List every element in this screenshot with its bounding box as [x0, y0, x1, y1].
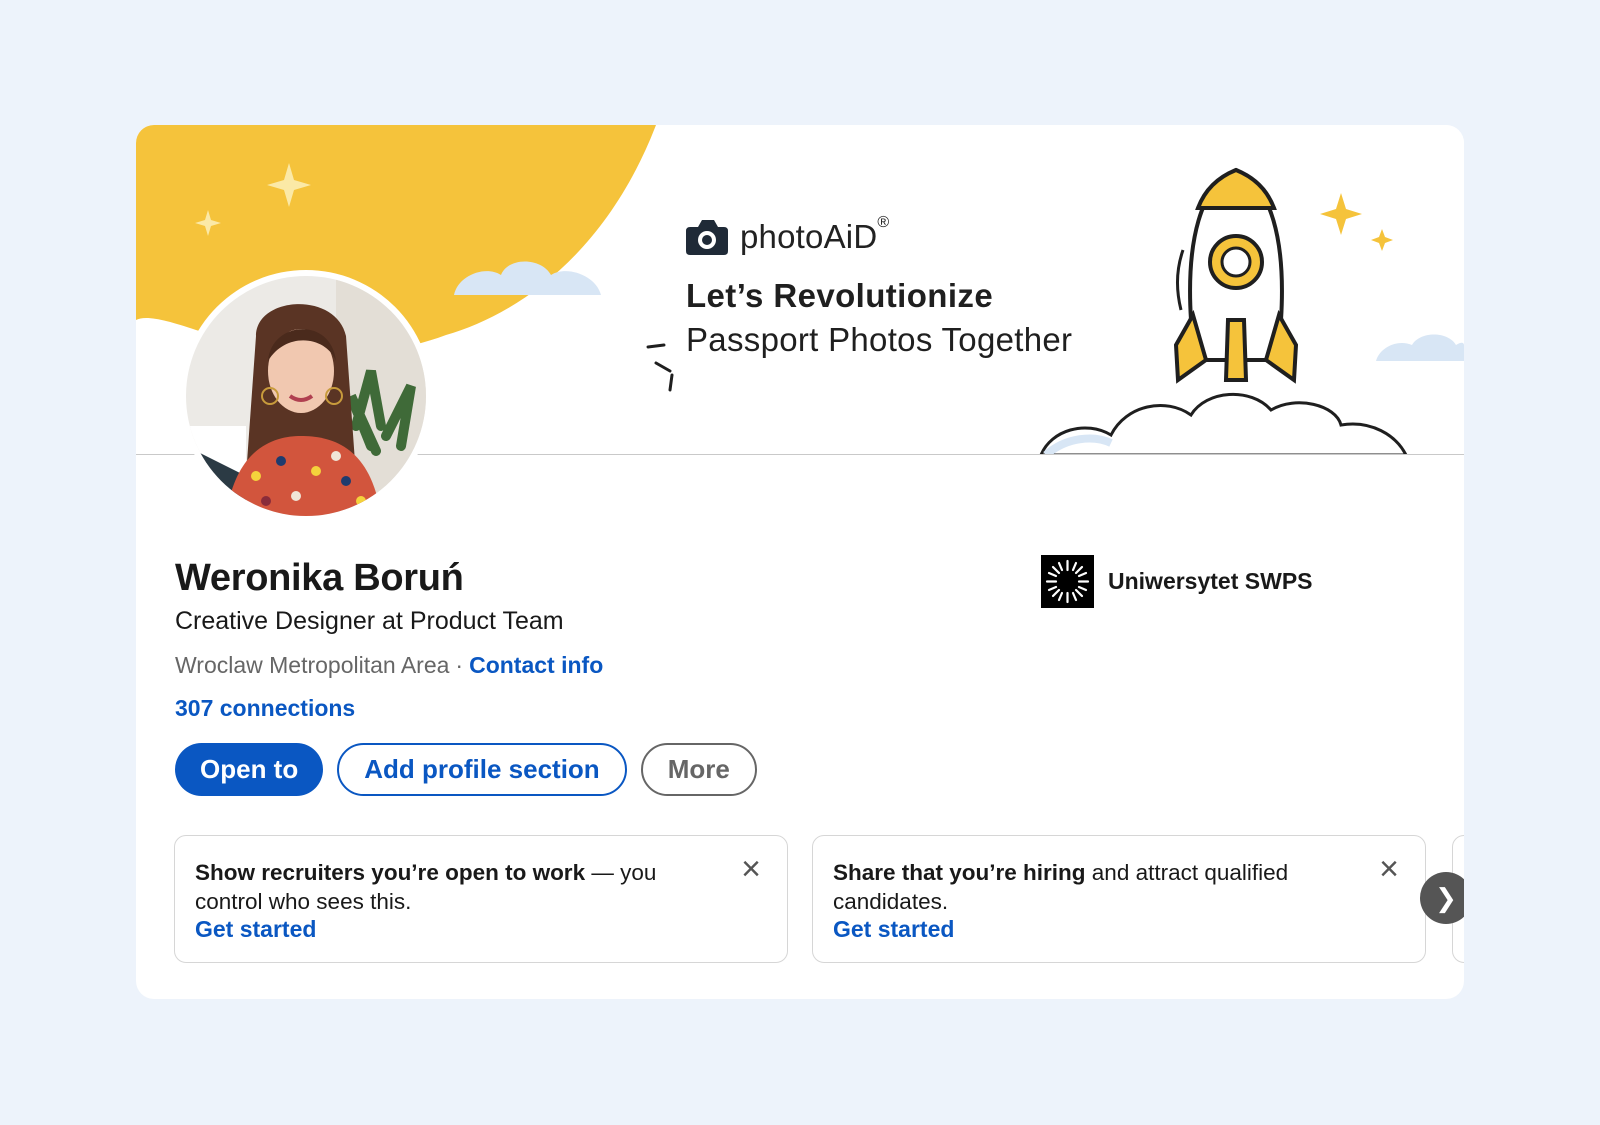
profile-avatar[interactable]: [180, 270, 432, 522]
open-to-work-get-started-link[interactable]: Get started: [195, 916, 767, 943]
open-to-button[interactable]: Open to: [175, 743, 324, 796]
profile-headline: Creative Designer at Product Team: [175, 607, 564, 635]
avatar-photo: [186, 276, 426, 516]
school-name: Uniwersytet SWPS: [1108, 568, 1313, 594]
chevron-right-icon: ❯: [1435, 882, 1457, 913]
profile-card: photoAiD® Let’s Revolutionize Passport P…: [136, 125, 1464, 999]
contact-info-link[interactable]: Contact info: [469, 652, 603, 678]
profile-actions: Open to Add profile section More: [175, 743, 757, 796]
location-separator: ·: [455, 652, 464, 678]
brand-logo: photoAiD®: [684, 214, 889, 257]
education-entry[interactable]: Uniwersytet SWPS: [1041, 555, 1313, 608]
close-icon[interactable]: ×: [737, 852, 765, 886]
open-to-work-card: Show recruiters you’re open to work — yo…: [174, 835, 788, 963]
brand-registered-mark: ®: [877, 214, 890, 231]
hiring-bold: Share that you’re hiring: [833, 860, 1086, 885]
brand-name-text: photoAiD: [740, 218, 878, 255]
rocket-icon: [1173, 167, 1299, 384]
profile-location: Wroclaw Metropolitan Area: [175, 652, 450, 678]
profile-location-row: Wroclaw Metropolitan Area · Contact info: [175, 652, 603, 679]
more-button[interactable]: More: [640, 743, 757, 796]
connections-link[interactable]: 307 connections: [175, 695, 355, 721]
banner-tagline-regular: Passport Photos Together: [686, 321, 1073, 358]
banner-tagline-bold: Let’s Revolutionize: [686, 277, 994, 314]
open-to-work-text: Show recruiters you’re open to work — yo…: [195, 858, 705, 916]
hiring-text: Share that you’re hiring and attract qua…: [833, 858, 1343, 916]
hiring-card: Share that you’re hiring and attract qua…: [812, 835, 1426, 963]
open-to-work-bold: Show recruiters you’re open to work: [195, 860, 586, 885]
connections-row: 307 connections: [175, 695, 355, 722]
carousel-next-button[interactable]: ❯: [1420, 872, 1464, 924]
brand-name: photoAiD®: [740, 214, 889, 256]
close-icon[interactable]: ×: [1375, 852, 1403, 886]
swps-logo-icon: [1041, 555, 1094, 608]
brand-camera-spacer: [684, 217, 730, 257]
add-profile-section-button[interactable]: Add profile section: [337, 743, 627, 796]
profile-name: Weronika Boruń: [175, 557, 464, 599]
hiring-get-started-link[interactable]: Get started: [833, 916, 1405, 943]
